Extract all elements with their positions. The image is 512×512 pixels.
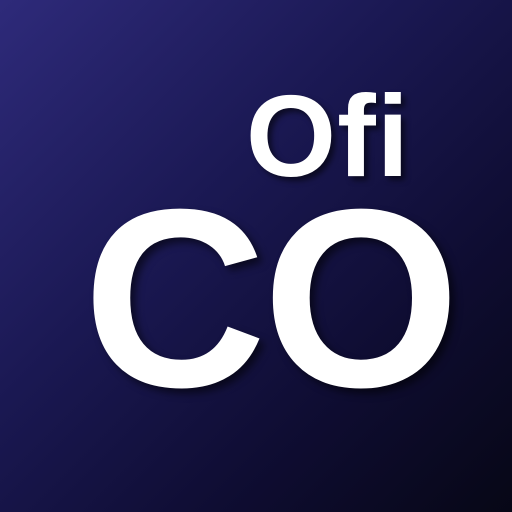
logo-tile: Ofi CO (0, 0, 512, 512)
logo-text-main: CO (83, 156, 460, 440)
